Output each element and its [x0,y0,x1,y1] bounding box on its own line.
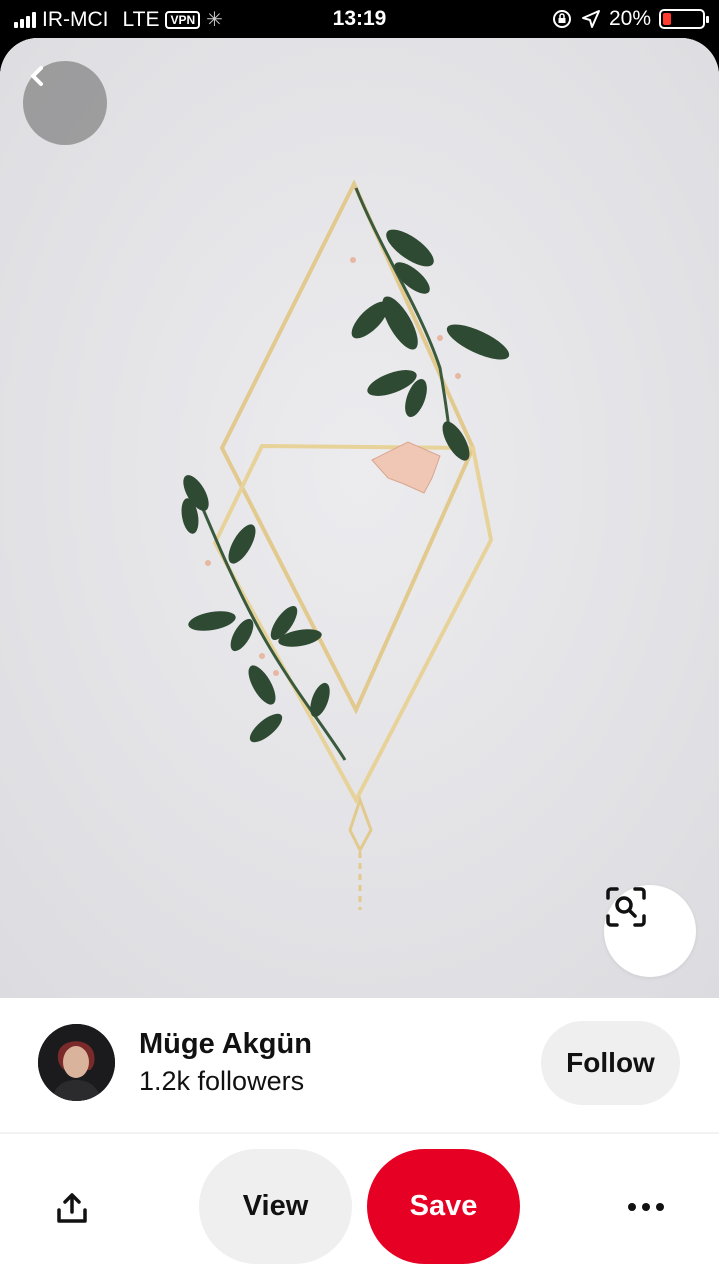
embroidery-artwork [0,38,719,998]
chevron-left-icon [31,66,43,86]
avatar-image [38,1024,115,1101]
pin-image[interactable] [0,38,719,998]
visual-search-button[interactable] [604,885,696,977]
more-icon-dot [642,1203,650,1211]
creator-followers: 1.2k followers [139,1066,305,1096]
back-button[interactable] [23,61,107,145]
battery-icon [659,9,709,29]
pin-card: Müge Akgün 1.2k followers Follow [0,38,719,1280]
share-button[interactable] [46,1182,98,1234]
location-icon [581,10,600,28]
save-button[interactable]: Save [367,1149,520,1264]
more-icon-dot [628,1203,636,1211]
view-button[interactable]: View [199,1149,352,1264]
creator-name[interactable]: Müge Akgün [139,1028,312,1061]
avatar[interactable] [38,1024,115,1101]
share-icon [57,1193,87,1223]
battery-percent: 20% [608,7,651,30]
status-right: 20% [551,7,709,31]
creator-row: Müge Akgün 1.2k followers Follow [0,998,719,1134]
more-button[interactable] [620,1187,672,1227]
more-icon-dot [656,1203,664,1211]
status-bar: IR-MCI LTE VPN ✳ 13:19 20% [0,0,719,38]
rotation-lock-icon [552,10,571,28]
follow-button[interactable]: Follow [541,1021,680,1105]
visual-search-icon [606,887,646,927]
action-bar: View Save [0,1134,719,1280]
